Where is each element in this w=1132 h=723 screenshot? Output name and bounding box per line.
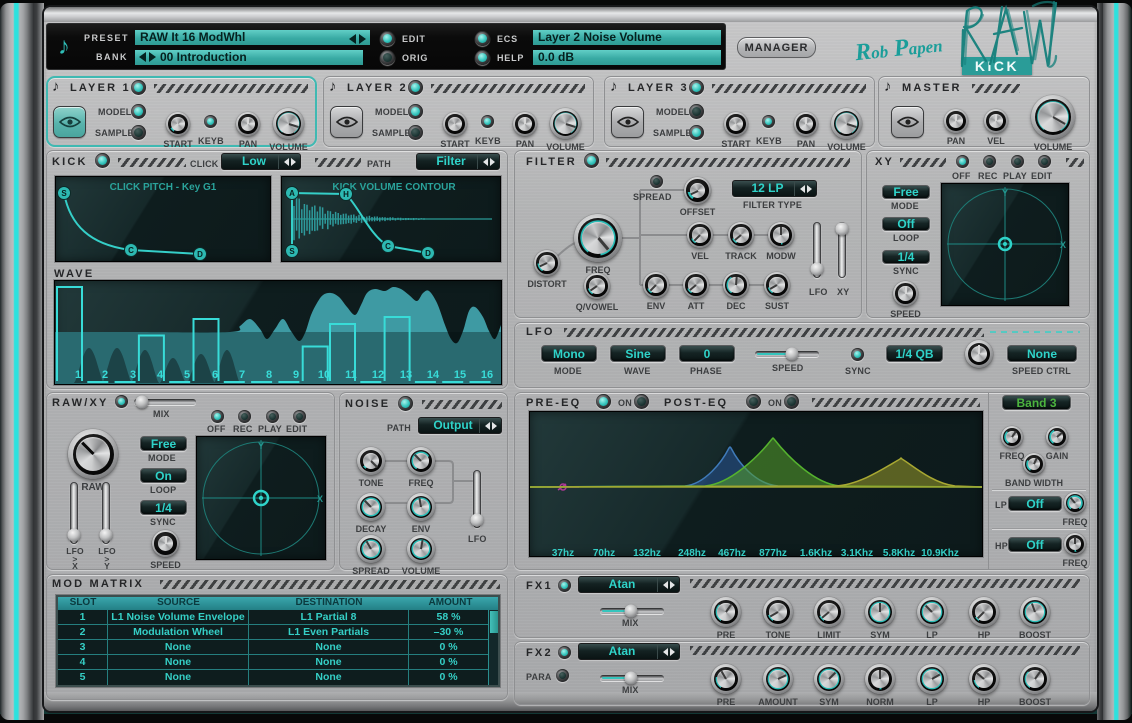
svg-text:6: 6 (212, 369, 218, 381)
svg-text:D: D (197, 250, 203, 259)
svg-text:3.1Khz: 3.1Khz (841, 548, 873, 556)
svg-text:X: X (317, 494, 323, 504)
svg-text:132hz: 132hz (633, 548, 661, 556)
svg-text:1: 1 (75, 369, 81, 381)
svg-text:4: 4 (157, 369, 164, 381)
svg-text:3: 3 (130, 369, 136, 381)
svg-text:248hz: 248hz (678, 548, 706, 556)
svg-text:CLICK PITCH - Key G1: CLICK PITCH - Key G1 (110, 182, 217, 193)
svg-text:37hz: 37hz (552, 548, 574, 556)
svg-text:9: 9 (293, 369, 299, 381)
svg-text:X: X (1060, 240, 1066, 250)
svg-text:5.8Khz: 5.8Khz (883, 548, 915, 556)
svg-text:70hz: 70hz (593, 548, 615, 556)
svg-text:11: 11 (345, 369, 357, 381)
svg-text:A: A (289, 189, 295, 198)
svg-text:15: 15 (454, 369, 466, 381)
svg-text:10.9Khz: 10.9Khz (921, 548, 959, 556)
svg-text:5: 5 (184, 369, 190, 381)
svg-text:H: H (343, 190, 349, 199)
svg-text:8: 8 (266, 369, 272, 381)
svg-text:467hz: 467hz (718, 548, 746, 556)
svg-text:Rob Papen: Rob Papen (853, 31, 944, 66)
svg-text:14: 14 (427, 369, 440, 381)
svg-text:2: 2 (102, 369, 108, 381)
svg-text:Y: Y (258, 441, 264, 451)
svg-text:877hz: 877hz (759, 548, 787, 556)
svg-text:12: 12 (372, 369, 384, 381)
svg-text:D: D (425, 249, 431, 258)
svg-text:7: 7 (239, 369, 245, 381)
svg-text:C: C (128, 246, 134, 255)
svg-text:Y: Y (1002, 188, 1008, 198)
svg-text:1.6Khz: 1.6Khz (800, 548, 832, 556)
svg-text:S: S (61, 189, 67, 198)
svg-text:S: S (289, 247, 295, 256)
svg-text:13: 13 (400, 369, 412, 381)
svg-text:16: 16 (481, 369, 493, 381)
svg-text:10: 10 (318, 369, 330, 381)
svg-text:C: C (385, 242, 391, 251)
